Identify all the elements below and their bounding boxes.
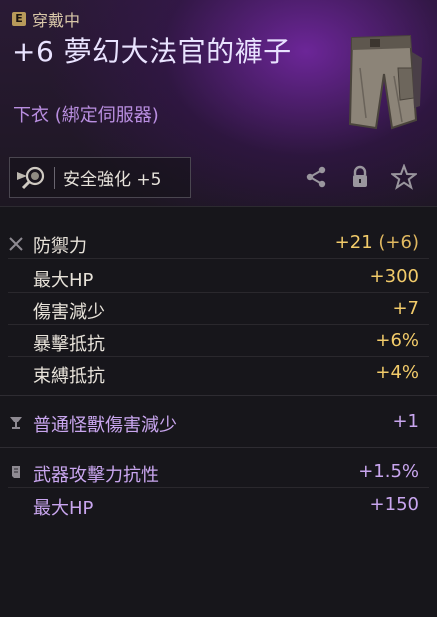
stat-row: 傷害減少 +7 <box>0 293 437 325</box>
section-divider <box>0 395 437 396</box>
safe-enhance-panel[interactable]: 安全強化 +5 <box>9 157 191 198</box>
stat-name: 最大HP <box>33 270 94 291</box>
stat-name: 傷害減少 <box>33 302 105 323</box>
lock-icon[interactable] <box>347 164 373 190</box>
section-divider <box>0 447 437 448</box>
stat-value: +6% <box>375 330 419 351</box>
stat-value: +4% <box>375 362 419 383</box>
stat-value: +1.5% <box>358 461 419 482</box>
stat-row: 束縛抵抗 +4% <box>0 357 437 389</box>
item-title: +6 夢幻大法官的褲子 <box>12 35 292 68</box>
stat-name: 普通怪獸傷害減少 <box>33 415 177 436</box>
item-slot-subtitle: 下衣 (綁定伺服器) <box>13 105 159 126</box>
stat-row: 防禦力 +21 (+6) <box>0 227 437 259</box>
stat-name: 暴擊抵抗 <box>33 334 105 355</box>
stat-value: +300 <box>369 266 419 287</box>
stat-value: +1 <box>392 411 419 432</box>
stat-name: 防禦力 <box>33 236 87 257</box>
stat-name: 武器攻擊力抗性 <box>33 465 159 486</box>
stat-value: +7 <box>392 298 419 319</box>
stat-value: +21 (+6) <box>334 232 419 253</box>
equipped-badge: E <box>12 12 26 26</box>
stat-bonus: (+6) <box>378 232 419 253</box>
scroll-icon <box>12 466 20 478</box>
stat-row: 武器攻擊力抗性 +1.5% <box>0 456 437 488</box>
equip-status: 穿戴中 <box>32 11 81 30</box>
safe-enhance-label: 安全強化 +5 <box>63 170 162 190</box>
magnify-enhance-icon <box>10 158 54 197</box>
stat-row: 最大HP +150 <box>0 489 437 521</box>
enhance-separator <box>54 166 55 189</box>
stat-row: 普通怪獸傷害減少 +1 <box>0 406 437 438</box>
share-icon[interactable] <box>303 164 329 190</box>
stat-row: 最大HP +300 <box>0 261 437 293</box>
pants-item-icon <box>348 34 422 130</box>
star-icon[interactable] <box>391 164 417 190</box>
item-header: E 穿戴中 +6 夢幻大法官的褲子 下衣 (綁定伺服器) 安全強化 +5 <box>0 0 437 207</box>
stat-row: 暴擊抵抗 +6% <box>0 325 437 357</box>
equip-status-row: E 穿戴中 <box>12 7 80 31</box>
goblet-icon <box>10 417 22 429</box>
stat-value: +150 <box>369 494 419 515</box>
stat-name: 束縛抵抗 <box>33 366 105 387</box>
stat-name: 最大HP <box>33 498 94 519</box>
